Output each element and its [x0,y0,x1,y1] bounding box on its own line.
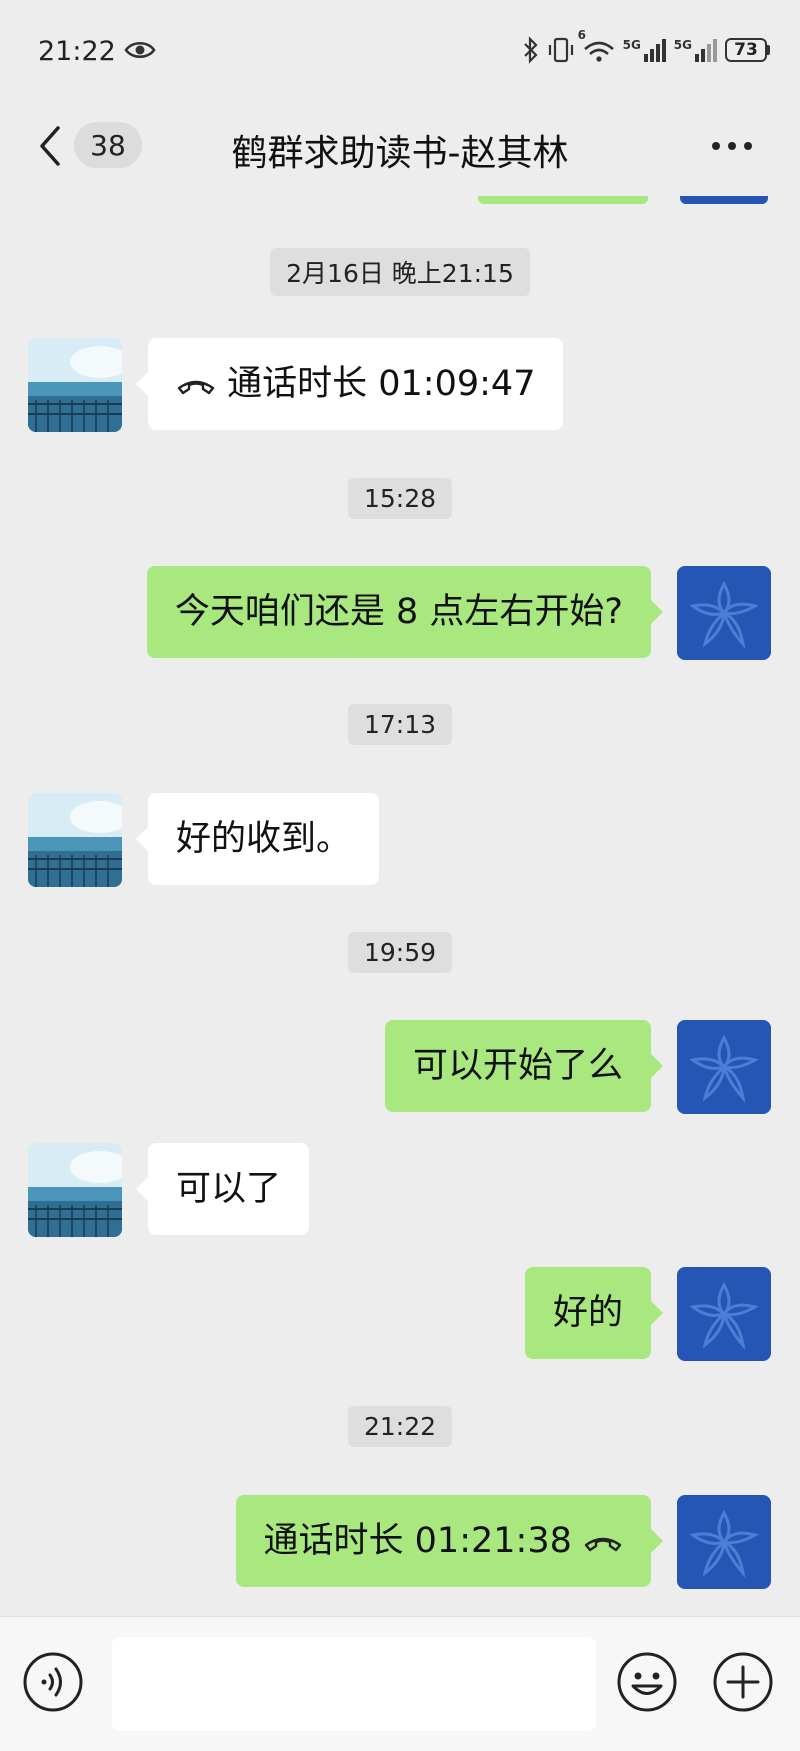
self-avatar-image [677,1267,771,1361]
wifi-icon [583,41,614,62]
message-text: 可以了 [176,1169,282,1209]
message-text: 可以开始了么 [412,1046,623,1086]
avatar[interactable] [677,1267,771,1361]
network-type-1: 5G [622,38,641,52]
battery-icon: 73 [725,38,770,62]
avatar[interactable] [677,566,771,660]
message-input[interactable] [112,1637,596,1731]
battery-level: 73 [725,38,767,62]
voice-icon[interactable] [22,1651,84,1713]
network-type-2: 5G [673,38,692,52]
plus-icon[interactable] [712,1651,774,1713]
message-text: 好的收到。 [176,819,352,859]
timestamp: 17:13 [347,704,453,745]
signal-icon-1 [643,39,666,62]
avatar[interactable] [28,793,122,887]
message-bubble[interactable]: 通话时长 01:09:47 [135,338,564,430]
title-bar: 38 鹤群求助读书-赵其林 [0,104,800,188]
message-text: 好的 [552,1293,623,1333]
timestamp: 15:28 [347,478,453,519]
message-bubble[interactable]: 通话时长 01:21:38 [235,1495,664,1587]
contact-avatar-image [28,338,122,432]
message-bubble[interactable]: 可以开始了么 [384,1020,664,1112]
self-avatar-image [677,566,771,660]
emoji-icon[interactable] [616,1651,678,1713]
status-icons: 6 5G 5G 73 [522,28,770,64]
self-avatar-image [677,1020,771,1114]
contact-avatar-image [28,1143,122,1237]
previous-self-avatar [680,196,768,204]
message-bubble[interactable]: 今天咱们还是 8 点左右开始? [146,566,664,658]
chat-title: 鹤群求助读书-赵其林 [231,133,569,174]
timestamp: 21:22 [347,1406,453,1447]
self-avatar-image [677,1495,771,1589]
avatar[interactable] [677,1020,771,1114]
eye-icon [124,42,156,58]
vibrate-icon [548,37,573,63]
status-time: 21:22 [38,36,116,67]
avatar[interactable] [677,1495,771,1589]
message-bubble[interactable]: 可以了 [135,1143,310,1235]
input-bar [0,1616,800,1751]
previous-message-bubble [478,196,648,204]
message-text: 今天咱们还是 8 点左右开始? [174,592,623,632]
message-text: 通话时长 01:21:38 [263,1521,572,1561]
contact-avatar-image [28,793,122,887]
signal-icon-2 [695,39,717,62]
message-bubble[interactable]: 好的收到。 [135,793,380,885]
phone-hangup-icon [177,380,215,395]
timestamp: 2月16日 晚上21:15 [270,248,530,296]
more-icon[interactable] [710,140,754,152]
message-text: 通话时长 01:09:47 [227,364,536,404]
message-bubble[interactable]: 好的 [524,1267,664,1359]
avatar[interactable] [28,338,122,432]
timestamp: 19:59 [347,932,453,973]
status-bar: 21:22 6 5G 5G 73 [0,0,800,104]
phone-hangup-icon [584,1537,622,1552]
bluetooth-icon [523,36,538,64]
avatar[interactable] [28,1143,122,1237]
wifi-badge: 6 [577,28,586,42]
